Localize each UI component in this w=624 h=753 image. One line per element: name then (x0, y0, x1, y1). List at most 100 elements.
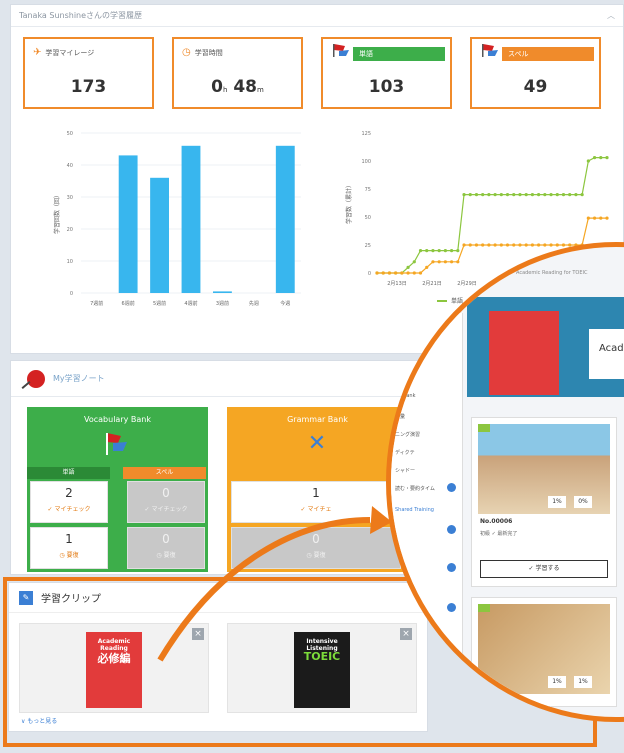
progress-badge: 1% (574, 676, 592, 688)
bar (181, 145, 201, 293)
stat-label: 学習マイレージ (45, 48, 95, 57)
badge-icon (447, 483, 456, 492)
panel-title: Tanaka Sunshineさんの学習履歴 (19, 11, 143, 20)
stat-words: 単語 103 (321, 37, 452, 109)
plane-icon: ✈ (33, 47, 42, 58)
sidebar-item[interactable]: 語彙 (395, 413, 405, 420)
banner-cover (489, 311, 559, 395)
count: 2 (65, 486, 73, 500)
stat-spelling: スペル 49 (470, 37, 601, 109)
pushpin-icon (27, 369, 45, 388)
x-tick-label: 先週 (249, 300, 259, 307)
grammar-bank-title: Grammar Bank (287, 415, 348, 424)
y-tick-label: 125 (361, 131, 371, 137)
y-tick-label: 100 (361, 159, 371, 165)
book-cover: Academic Reading 必修編 (86, 632, 142, 708)
lesson-card[interactable]: 1% 0% No.00006 初級 ✓ 最新完了 ✓ 学習する (471, 417, 617, 587)
tab-words[interactable]: 単語 (27, 467, 110, 479)
y-tick-label: 20 (67, 227, 73, 233)
stat-time: ◷ 学習時間 0h 48m (172, 37, 303, 109)
stat-words-value: 103 (368, 77, 405, 97)
sidebar-item[interactable]: ng Bank (395, 393, 416, 399)
x-tick-label: 今週 (280, 300, 290, 307)
y-tick-label: 50 (365, 215, 371, 221)
sidebar-item[interactable]: ニング演習 (395, 431, 420, 438)
lesson-status: 初級 ✓ 最新完了 (480, 531, 518, 537)
caption: ◷ 要復 (306, 552, 326, 559)
clip-title: 学習クリップ (41, 594, 101, 605)
stat-mileage-value: 173 (70, 77, 107, 97)
stat-time-label: ◷ 学習時間 (182, 47, 223, 58)
y-tick-label: 30 (67, 195, 73, 201)
count: 1 (312, 486, 320, 500)
minutes-unit: m (257, 86, 264, 94)
notes-title: My学習ノート (53, 374, 105, 383)
vocabulary-bank-title: Vocabulary Bank (84, 415, 151, 424)
x-tick-label: 7週前 (90, 300, 103, 307)
zoom-sidebar: ng Bank 語彙 ニング演習 ディクテ シャドー 読む・要約タイム Shar… (391, 313, 463, 717)
count: 0 (162, 532, 170, 546)
book-subtitle: 必修編 (97, 652, 131, 665)
sidebar-item[interactable]: Shared Training (395, 507, 434, 513)
level-tag (478, 604, 490, 612)
caption: ◷ 要復 (156, 552, 176, 559)
tab-spelling[interactable]: スペル (123, 467, 206, 479)
grammar-review-cell[interactable]: 0 ◷ 要復 (231, 527, 401, 569)
y-axis-label: 学習回数（回） (53, 192, 61, 234)
lesson-number: No.00006 (480, 518, 513, 525)
words-mycheck-cell[interactable]: 2 ✓ マイチェック (30, 481, 108, 523)
remove-clip-icon[interactable]: × (192, 628, 204, 640)
grammar-bank-card[interactable]: Grammar Bank ✕ 1 ✓ マイチェ 0 ◷ 要復 (227, 407, 408, 572)
progress-badge: 1% (548, 676, 566, 688)
clock-icon: ◷ (182, 47, 191, 58)
level-tag (478, 424, 490, 432)
stat-spelling-value: 49 (523, 77, 548, 97)
weekly-bar-chart: 0 10 20 30 40 50 学習回数（回） 7週前 6週前 5週前 4週前 3週前 先週 今週 (53, 131, 301, 307)
clip-icon: ✎ (19, 590, 33, 605)
words-review-cell[interactable]: 1 ◷ 要復 (30, 527, 108, 569)
x-tick-label: 5週前 (153, 300, 166, 307)
badge-icon (447, 563, 456, 572)
study-button[interactable]: ✓ 学習する (480, 560, 608, 578)
panel-header: Tanaka Sunshineさんの学習履歴 ︿ (11, 5, 623, 27)
clip-card[interactable]: × Intensive Listening TOEIC (227, 623, 417, 713)
x-tick-label: 6週前 (122, 300, 135, 307)
grammar-mycheck-cell[interactable]: 1 ✓ マイチェ (231, 481, 401, 523)
collapse-icon[interactable]: ︿ (607, 10, 615, 21)
stat-spelling-pill: スペル (502, 47, 594, 61)
spelling-review-cell[interactable]: 0 ◷ 要復 (127, 527, 205, 569)
vocabulary-bank-card[interactable]: Vocabulary Bank 単語 スペル 2 ✓ マイチェック 0 ✓ マイ… (27, 407, 208, 572)
banner-label: Acade (589, 329, 624, 379)
caption: ✓ マイチェ (300, 506, 332, 513)
cross-tools-icon: ✕ (307, 431, 327, 456)
breadcrumb: 2月13日 ng Bank > Academic Reading for TOE… (467, 270, 588, 276)
study-notes-panel: My学習ノート Vocabulary Bank 単語 スペル 2 ✓ マイチェッ… (10, 360, 450, 575)
sidebar-item[interactable]: 読む・要約タイム (395, 485, 435, 492)
bar (213, 291, 232, 293)
badge-icon (447, 525, 456, 534)
sidebar-item[interactable]: シャドー (395, 467, 415, 474)
flag-icon (482, 44, 498, 57)
y-tick-label: 0 (70, 291, 73, 297)
progress-badge: 0% (574, 496, 592, 508)
y-axis-label: 学習数（累計） (345, 182, 353, 224)
lesson-card[interactable]: 1% 1% (471, 597, 617, 707)
count: 0 (162, 486, 170, 500)
clip-card[interactable]: × Academic Reading 必修編 (19, 623, 209, 713)
flag-icon (106, 433, 127, 455)
bar (275, 145, 295, 293)
spelling-mycheck-cell[interactable]: 0 ✓ マイチェック (127, 481, 205, 523)
badge-icon (447, 603, 456, 612)
progress-badge: 1% (548, 496, 566, 508)
y-tick-label: 25 (365, 243, 371, 249)
zoom-magnifier: 2月13日 ng Bank > Academic Reading for TOE… (386, 242, 624, 722)
clip-header: ✎ 学習クリップ (9, 583, 427, 613)
sidebar-item[interactable]: ディクテ (395, 449, 415, 456)
x-tick-label: 3週前 (216, 300, 229, 307)
y-tick-label: 40 (67, 163, 73, 169)
count: 1 (65, 532, 73, 546)
caption: ✓ マイチェック (144, 506, 188, 513)
stat-words-pill: 単語 (353, 47, 445, 61)
screenshot-root: Tanaka Sunshineさんの学習履歴 ︿ ✈ 学習マイレージ 173 ◷… (0, 0, 624, 753)
show-more-link[interactable]: ∨ もっと見る (21, 716, 57, 725)
